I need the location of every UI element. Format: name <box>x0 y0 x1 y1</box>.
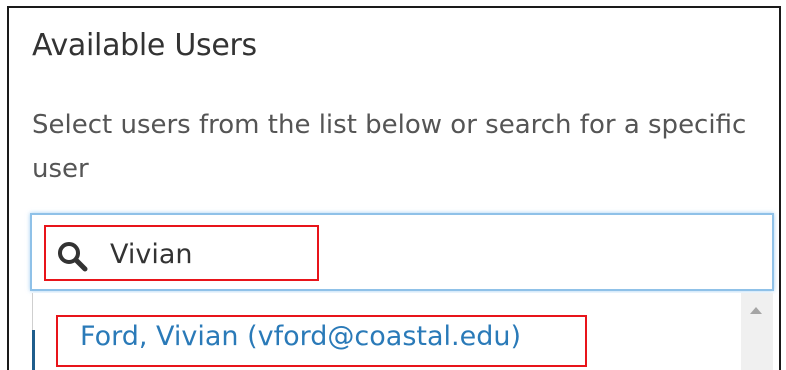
panel-border-top <box>7 6 781 8</box>
panel-description: Select users from the list below or sear… <box>32 110 747 184</box>
panel-title: Available Users <box>32 28 257 63</box>
scroll-up-arrow-icon[interactable] <box>750 307 762 314</box>
search-input[interactable] <box>104 232 310 276</box>
available-users-panel: Available Users Select users from the li… <box>0 0 786 370</box>
results-accent <box>32 330 35 370</box>
results-scrollbar[interactable] <box>741 293 773 370</box>
search-icon <box>56 240 90 274</box>
panel-border-left <box>7 6 9 370</box>
panel-border-right <box>779 6 781 370</box>
result-item-label[interactable]: Ford, Vivian (vford@coastal.edu) <box>80 321 521 352</box>
